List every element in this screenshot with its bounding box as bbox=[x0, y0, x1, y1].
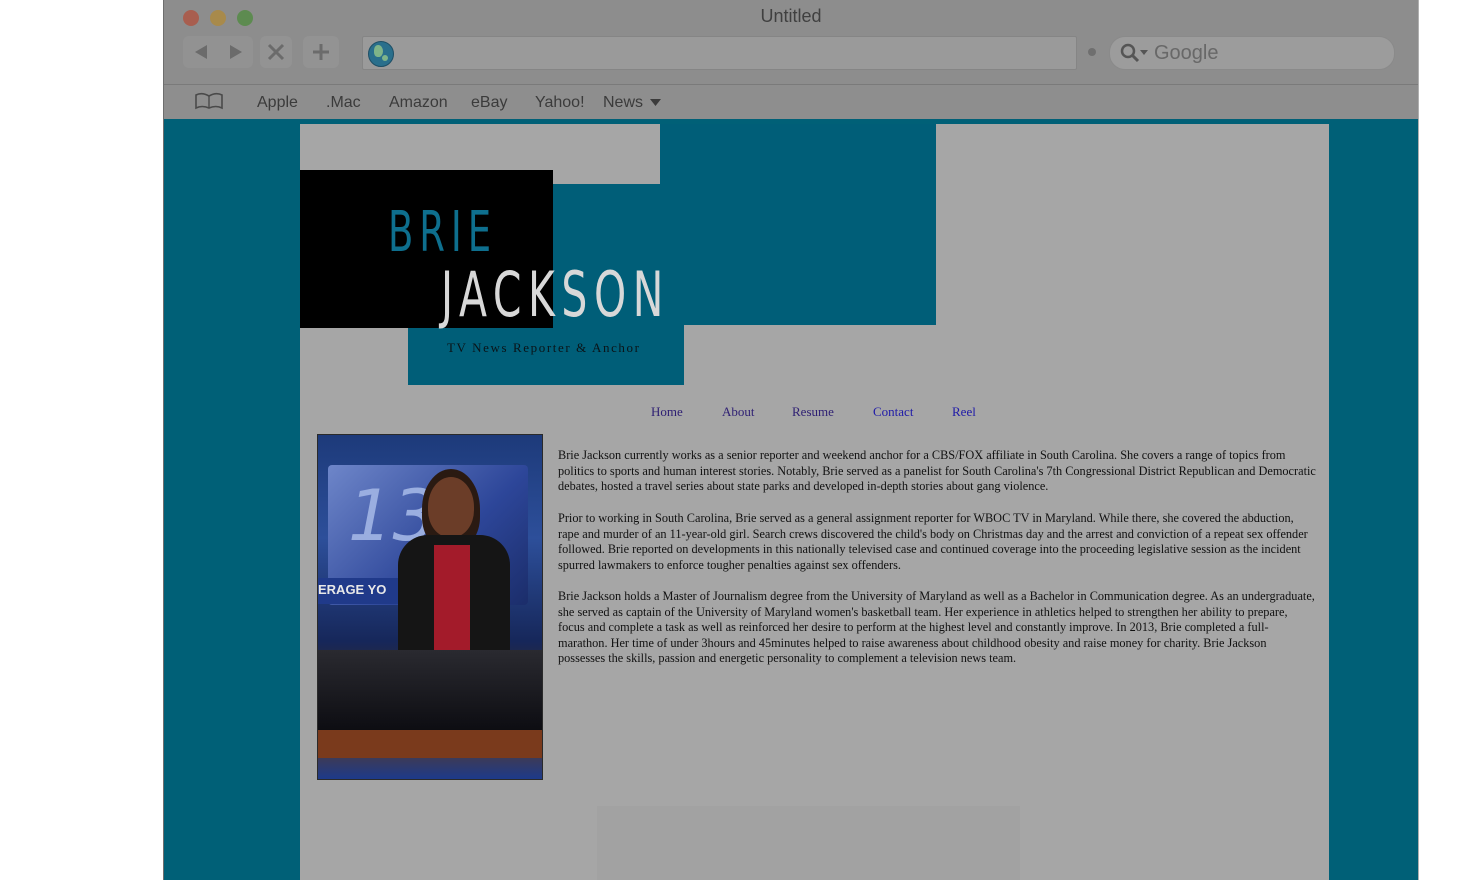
portrait-photo: 13 ERAGE YO bbox=[317, 434, 543, 780]
dropdown-triangle-icon bbox=[650, 99, 662, 106]
bookmark-news-label: News bbox=[603, 94, 644, 111]
nav-contact[interactable]: Contact bbox=[873, 404, 913, 420]
browser-toolbar: Untitled Google Apple .Mac Amazon eBay Y… bbox=[164, 0, 1418, 119]
add-bookmark-button[interactable] bbox=[303, 36, 339, 68]
bookmark-yahoo[interactable]: Yahoo! bbox=[535, 94, 585, 112]
photo-blouse bbox=[434, 545, 470, 650]
page-content: BRIE JACKSON TV News Reporter & Anchor H… bbox=[300, 124, 1329, 880]
nav-reel[interactable]: Reel bbox=[952, 404, 976, 420]
globe-icon bbox=[368, 41, 394, 67]
search-placeholder: Google bbox=[1154, 42, 1219, 64]
bookmarks-bar: Apple .Mac Amazon eBay Yahoo! News bbox=[164, 84, 1418, 119]
site-tagline: TV News Reporter & Anchor bbox=[447, 340, 641, 355]
bio-paragraph-1: Brie Jackson currently works as a senior… bbox=[558, 448, 1316, 494]
bookmark-amazon[interactable]: Amazon bbox=[389, 94, 448, 112]
photo-face bbox=[428, 477, 474, 537]
bookmarks-book-icon[interactable] bbox=[194, 92, 224, 110]
forward-arrow-icon bbox=[229, 45, 242, 59]
search-field[interactable]: Google bbox=[1109, 36, 1395, 70]
bookmark-ebay[interactable]: eBay bbox=[471, 94, 507, 112]
photo-desk bbox=[318, 650, 542, 730]
search-icon bbox=[1120, 43, 1148, 63]
web-page: BRIE JACKSON TV News Reporter & Anchor H… bbox=[164, 119, 1418, 880]
nav-about[interactable]: About bbox=[722, 404, 755, 420]
window-title: Untitled bbox=[760, 6, 822, 26]
bookmark-mac[interactable]: .Mac bbox=[326, 94, 361, 112]
add-icon bbox=[313, 44, 329, 60]
toolbar-separator-dot bbox=[1088, 48, 1096, 56]
browser-window: Untitled Google Apple .Mac Amazon eBay Y… bbox=[163, 0, 1419, 880]
nav-home[interactable]: Home bbox=[651, 404, 683, 420]
bio-paragraph-2: Prior to working in South Carolina, Brie… bbox=[558, 511, 1308, 572]
stop-button[interactable] bbox=[260, 36, 292, 68]
back-button[interactable] bbox=[183, 36, 218, 68]
bookmark-apple[interactable]: Apple bbox=[257, 94, 298, 112]
back-forward-group bbox=[183, 36, 253, 68]
bookmark-news[interactable]: News bbox=[603, 94, 662, 112]
header-blue-block bbox=[660, 124, 936, 325]
logo-last-name: JACKSON bbox=[441, 258, 671, 331]
stop-icon bbox=[267, 43, 285, 61]
back-arrow-icon bbox=[194, 45, 207, 59]
address-bar[interactable] bbox=[362, 36, 1077, 70]
logo-first-name: BRIE bbox=[388, 200, 498, 265]
nav-resume[interactable]: Resume bbox=[792, 404, 834, 420]
photo-desk-wood bbox=[318, 730, 542, 758]
forward-button[interactable] bbox=[218, 36, 253, 68]
footer-placeholder-box bbox=[597, 806, 1020, 880]
bio-paragraph-3: Brie Jackson holds a Master of Journalis… bbox=[558, 589, 1315, 666]
